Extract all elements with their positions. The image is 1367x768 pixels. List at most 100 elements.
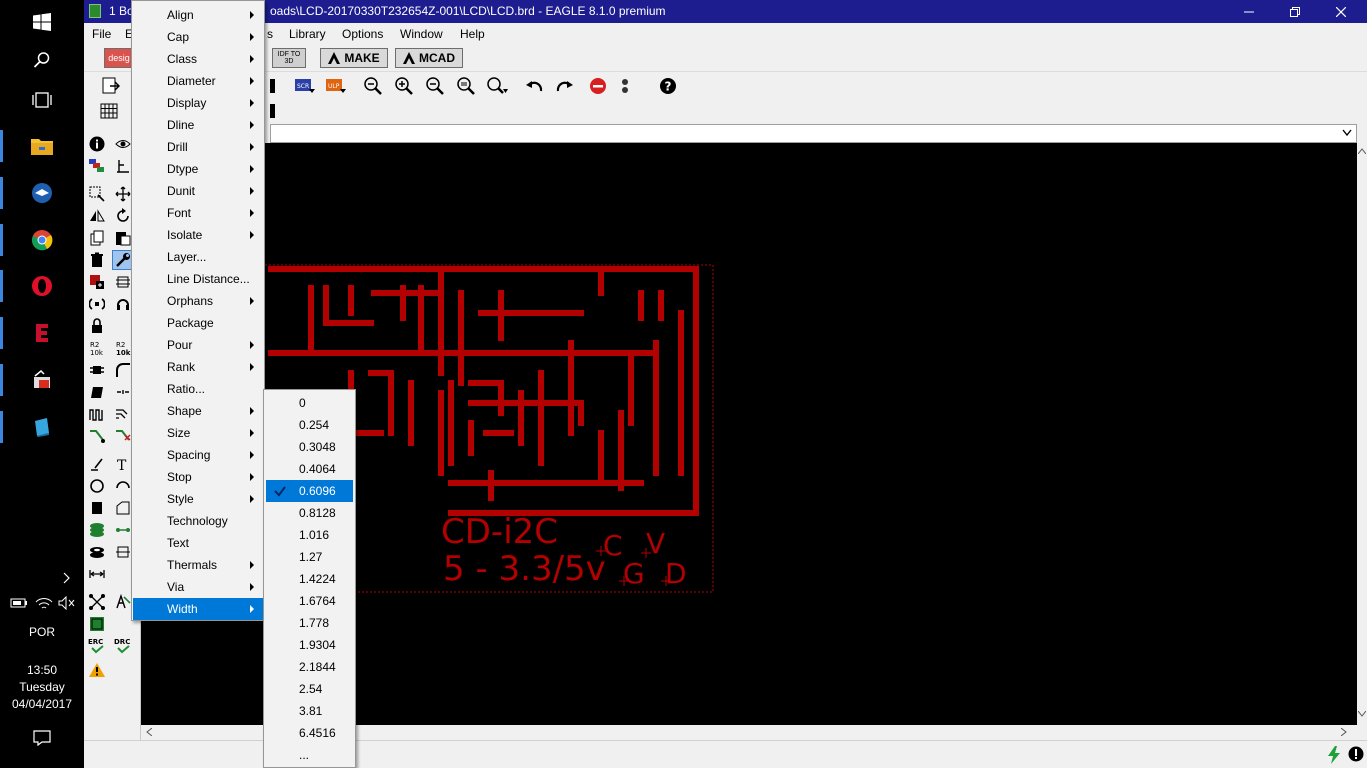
search-button[interactable]: [0, 38, 84, 82]
delete-icon[interactable]: [86, 250, 108, 270]
change-menu-item-align[interactable]: Align: [133, 4, 263, 26]
change-menu-item-rank[interactable]: Rank: [133, 356, 263, 378]
zoom-select-icon[interactable]: [455, 75, 477, 97]
volume-muted-icon[interactable]: [58, 595, 76, 611]
add-icon[interactable]: [86, 272, 108, 292]
lightning-icon[interactable]: [1327, 746, 1341, 764]
circle-icon[interactable]: [86, 476, 108, 496]
change-menu-item-pour[interactable]: Pour: [133, 334, 263, 356]
width-option[interactable]: 0.8128: [266, 502, 353, 524]
make-button[interactable]: MAKE: [320, 48, 388, 68]
change-menu-item-width[interactable]: Width: [133, 598, 263, 620]
width-option[interactable]: 0.4064: [266, 458, 353, 480]
taskbar-thunderbird[interactable]: [0, 171, 84, 215]
stop-icon[interactable]: [587, 75, 609, 97]
scroll-left-icon[interactable]: [146, 728, 152, 736]
info-icon[interactable]: [86, 134, 108, 154]
errors-warning-icon[interactable]: [86, 660, 108, 680]
change-menu-item-display[interactable]: Display: [133, 92, 263, 114]
change-menu-item-style[interactable]: Style: [133, 488, 263, 510]
close-button[interactable]: [1318, 0, 1364, 23]
go-icon[interactable]: [614, 75, 636, 97]
width-option[interactable]: 0.6096: [266, 480, 353, 502]
save-icon[interactable]: [264, 75, 286, 97]
change-menu-item-drill[interactable]: Drill: [133, 136, 263, 158]
vertical-scrollbar[interactable]: [1357, 143, 1367, 725]
ulp-icon[interactable]: ULP: [325, 75, 347, 97]
menu-file[interactable]: File: [92, 27, 111, 41]
change-menu-item-line-distance[interactable]: Line Distance...: [133, 268, 263, 290]
input-language[interactable]: POR: [0, 624, 84, 640]
smash-icon[interactable]: [86, 360, 108, 380]
chevron-down-icon[interactable]: [1342, 129, 1352, 137]
app-icon[interactable]: [89, 4, 101, 18]
script-icon[interactable]: SCR: [294, 75, 316, 97]
show-hidden-icons-button[interactable]: [60, 572, 72, 584]
change-menu-item-isolate[interactable]: Isolate: [133, 224, 263, 246]
width-option[interactable]: 0.254: [266, 414, 353, 436]
zoom-last-icon[interactable]: [487, 75, 509, 97]
change-menu-item-font[interactable]: Font: [133, 202, 263, 224]
meander-icon[interactable]: [86, 404, 108, 424]
change-menu-item-shape[interactable]: Shape: [133, 400, 263, 422]
change-menu-item-dtype[interactable]: Dtype: [133, 158, 263, 180]
taskbar-app-blue[interactable]: [0, 405, 84, 449]
width-option[interactable]: 1.27: [266, 546, 353, 568]
lock-icon[interactable]: [86, 316, 108, 336]
export-icon[interactable]: [100, 75, 122, 97]
mirror-icon[interactable]: [86, 206, 108, 226]
menu-library[interactable]: Library: [289, 27, 326, 41]
rectangle-icon[interactable]: [86, 498, 108, 518]
taskbar-app-red[interactable]: [0, 358, 84, 402]
minimize-button[interactable]: [1226, 0, 1272, 23]
width-option[interactable]: ...: [266, 744, 353, 766]
wifi-icon[interactable]: [35, 596, 53, 610]
taskbar-eagle[interactable]: [0, 311, 84, 355]
menu-help[interactable]: Help: [460, 27, 485, 41]
change-menu-item-spacing[interactable]: Spacing: [133, 444, 263, 466]
change-menu-item-cap[interactable]: Cap: [133, 26, 263, 48]
line-icon[interactable]: [86, 454, 108, 474]
change-menu-item-ratio[interactable]: Ratio...: [133, 378, 263, 400]
layer-settings-icon[interactable]: [86, 614, 108, 634]
move-icon[interactable]: [86, 184, 108, 204]
task-view-button[interactable]: [0, 78, 84, 122]
change-menu-item-orphans[interactable]: Orphans: [133, 290, 263, 312]
change-menu-item-diameter[interactable]: Diameter: [133, 70, 263, 92]
scroll-down-icon[interactable]: [1358, 711, 1366, 717]
name-icon[interactable]: R2 10k: [86, 338, 108, 358]
change-menu-item-layer[interactable]: Layer...: [133, 246, 263, 268]
width-option[interactable]: 0.3048: [266, 436, 353, 458]
split-icon[interactable]: [86, 382, 108, 402]
width-option[interactable]: 1.4224: [266, 568, 353, 590]
via-icon[interactable]: [86, 520, 108, 540]
change-menu-item-stop[interactable]: Stop: [133, 466, 263, 488]
width-option[interactable]: 1.9304: [266, 634, 353, 656]
taskbar-chrome[interactable]: [0, 218, 84, 262]
width-option[interactable]: 2.1844: [266, 656, 353, 678]
action-center-button[interactable]: [0, 716, 84, 760]
redo-icon[interactable]: [554, 75, 576, 97]
command-line-input[interactable]: [270, 124, 1357, 143]
layer-select-icon[interactable]: [264, 100, 286, 122]
erc-icon[interactable]: ERC: [86, 636, 108, 656]
zoom-fit-icon[interactable]: [362, 75, 384, 97]
width-option[interactable]: 6.4516: [266, 722, 353, 744]
scroll-right-icon[interactable]: [1341, 728, 1347, 736]
drc-icon[interactable]: DRC: [112, 636, 134, 656]
width-option[interactable]: 1.016: [266, 524, 353, 546]
width-option[interactable]: 1.6764: [266, 590, 353, 612]
zoom-in-icon[interactable]: [393, 75, 415, 97]
width-option[interactable]: 1.778: [266, 612, 353, 634]
menu-window[interactable]: Window: [400, 27, 443, 41]
grid-icon[interactable]: [98, 100, 120, 122]
width-option[interactable]: 0: [266, 392, 353, 414]
title-bar[interactable]: 1 Bo oads\LCD-20170330T232654Z-001\LCD\L…: [84, 0, 1367, 23]
undo-icon[interactable]: [523, 75, 545, 97]
scroll-up-icon[interactable]: [1358, 148, 1366, 154]
help-icon[interactable]: ?: [657, 75, 679, 97]
change-menu-item-via[interactable]: Via: [133, 576, 263, 598]
change-menu-item-dline[interactable]: Dline: [133, 114, 263, 136]
taskbar-file-explorer[interactable]: [0, 124, 84, 168]
dimension-icon[interactable]: [86, 564, 108, 584]
